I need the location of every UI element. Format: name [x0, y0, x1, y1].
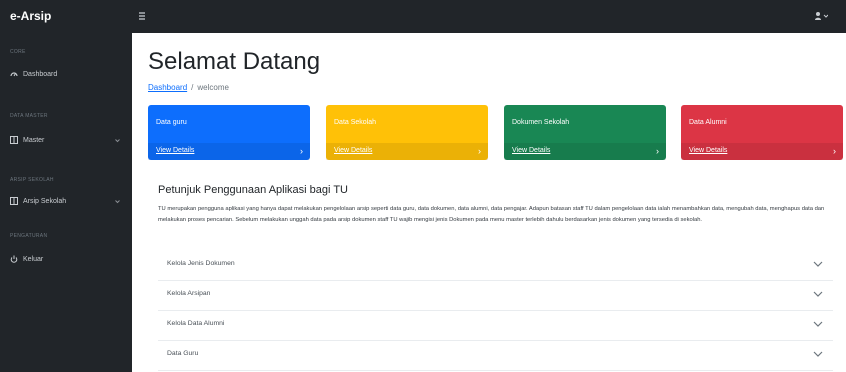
card-data-sekolah: Data Sekolah View Details › — [326, 105, 488, 160]
guide-title: Petunjuk Penggunaan Aplikasi bagi TU — [158, 184, 348, 196]
view-details-link[interactable]: View Details — [689, 147, 727, 154]
gauge-icon — [10, 72, 18, 77]
page-title: Selamat Datang — [148, 48, 321, 75]
card-footer[interactable]: View Details › — [504, 143, 666, 160]
chevron-right-icon: › — [833, 146, 836, 156]
sidebar-heading-core: CORE — [10, 49, 26, 55]
breadcrumb: Dashboard / welcome — [148, 83, 229, 92]
sidebar-item-label: Dashboard — [23, 70, 58, 78]
sidebar-item-label: Keluar — [23, 255, 44, 263]
accordion-label: Kelola Data Alumni — [167, 320, 225, 327]
chevron-down-icon — [813, 351, 823, 357]
card-label: Dokumen Sekolah — [512, 119, 570, 126]
user-dropdown-icon[interactable] — [814, 11, 828, 21]
summary-cards: Data guru View Details › Data Sekolah Vi… — [148, 105, 844, 160]
card-label: Data Sekolah — [334, 119, 377, 126]
breadcrumb-separator: / — [191, 83, 194, 92]
card-data-alumni: Data Alumni View Details › — [681, 105, 843, 160]
card-dokumen-sekolah: Dokumen Sekolah View Details › — [504, 105, 666, 160]
brand-logo[interactable]: e-Arsip — [10, 9, 51, 23]
app-root: e-Arsip CORE Dashboard DATA MASTER Maste… — [0, 0, 846, 372]
card-footer[interactable]: View Details › — [148, 143, 310, 160]
accordion-label: Data Guru — [167, 350, 199, 357]
chevron-down-icon — [813, 291, 823, 297]
main-content: Selamat Datang Dashboard / welcome Data gu… — [132, 33, 846, 372]
sidebar: CORE Dashboard DATA MASTER Master ARSIP … — [0, 33, 132, 372]
accordion-label: Kelola Arsipan — [167, 290, 211, 297]
chevron-down-icon — [115, 138, 120, 142]
accordion-label: Kelola Jenis Dokumen — [167, 260, 235, 267]
topbar: e-Arsip — [0, 0, 846, 33]
sidebar-item-arsip-sekolah[interactable]: Arsip Sekolah — [10, 195, 128, 207]
card-data-guru: Data guru View Details › — [148, 105, 310, 160]
power-icon — [10, 255, 18, 263]
accordion-item-jenis-dokumen[interactable]: Kelola Jenis Dokumen — [158, 251, 833, 281]
sidebar-item-label: Arsip Sekolah — [23, 197, 67, 205]
sidebar-item-dashboard[interactable]: Dashboard — [10, 68, 128, 80]
chevron-right-icon: › — [656, 146, 659, 156]
sidebar-heading-data-master: DATA MASTER — [10, 113, 48, 119]
columns-icon — [10, 197, 18, 205]
chevron-right-icon: › — [300, 146, 303, 156]
sidebar-heading-pengaturan: PENGATURAN — [10, 233, 48, 239]
columns-icon — [10, 136, 18, 144]
card-label: Data guru — [156, 119, 187, 126]
sidebar-item-label: Master — [23, 136, 45, 144]
accordion-item-arsipan[interactable]: Kelola Arsipan — [158, 281, 833, 311]
chevron-down-icon — [813, 261, 823, 267]
sidebar-item-master[interactable]: Master — [10, 134, 128, 146]
card-footer[interactable]: View Details › — [681, 143, 843, 160]
accordion-item-data-alumni[interactable]: Kelola Data Alumni — [158, 311, 833, 341]
guide-paragraph: TU merupakan pengguna aplikasi yang hany… — [158, 206, 825, 223]
view-details-link[interactable]: View Details — [334, 147, 372, 154]
menu-toggle-icon[interactable] — [139, 12, 145, 14]
card-footer[interactable]: View Details › — [326, 143, 488, 160]
chevron-right-icon: › — [478, 146, 481, 156]
chevron-down-icon — [813, 321, 823, 327]
sidebar-heading-arsip: ARSIP SEKOLAH — [10, 177, 54, 183]
view-details-link[interactable]: View Details — [512, 147, 550, 154]
breadcrumb-current: welcome — [197, 83, 229, 92]
chevron-down-icon — [115, 199, 120, 203]
accordion-item-data-guru[interactable]: Data Guru — [158, 341, 833, 371]
breadcrumb-link-dashboard[interactable]: Dashboard — [148, 83, 187, 92]
view-details-link[interactable]: View Details — [156, 147, 194, 154]
card-label: Data Alumni — [689, 119, 727, 126]
sidebar-item-keluar[interactable]: Keluar — [10, 253, 128, 265]
